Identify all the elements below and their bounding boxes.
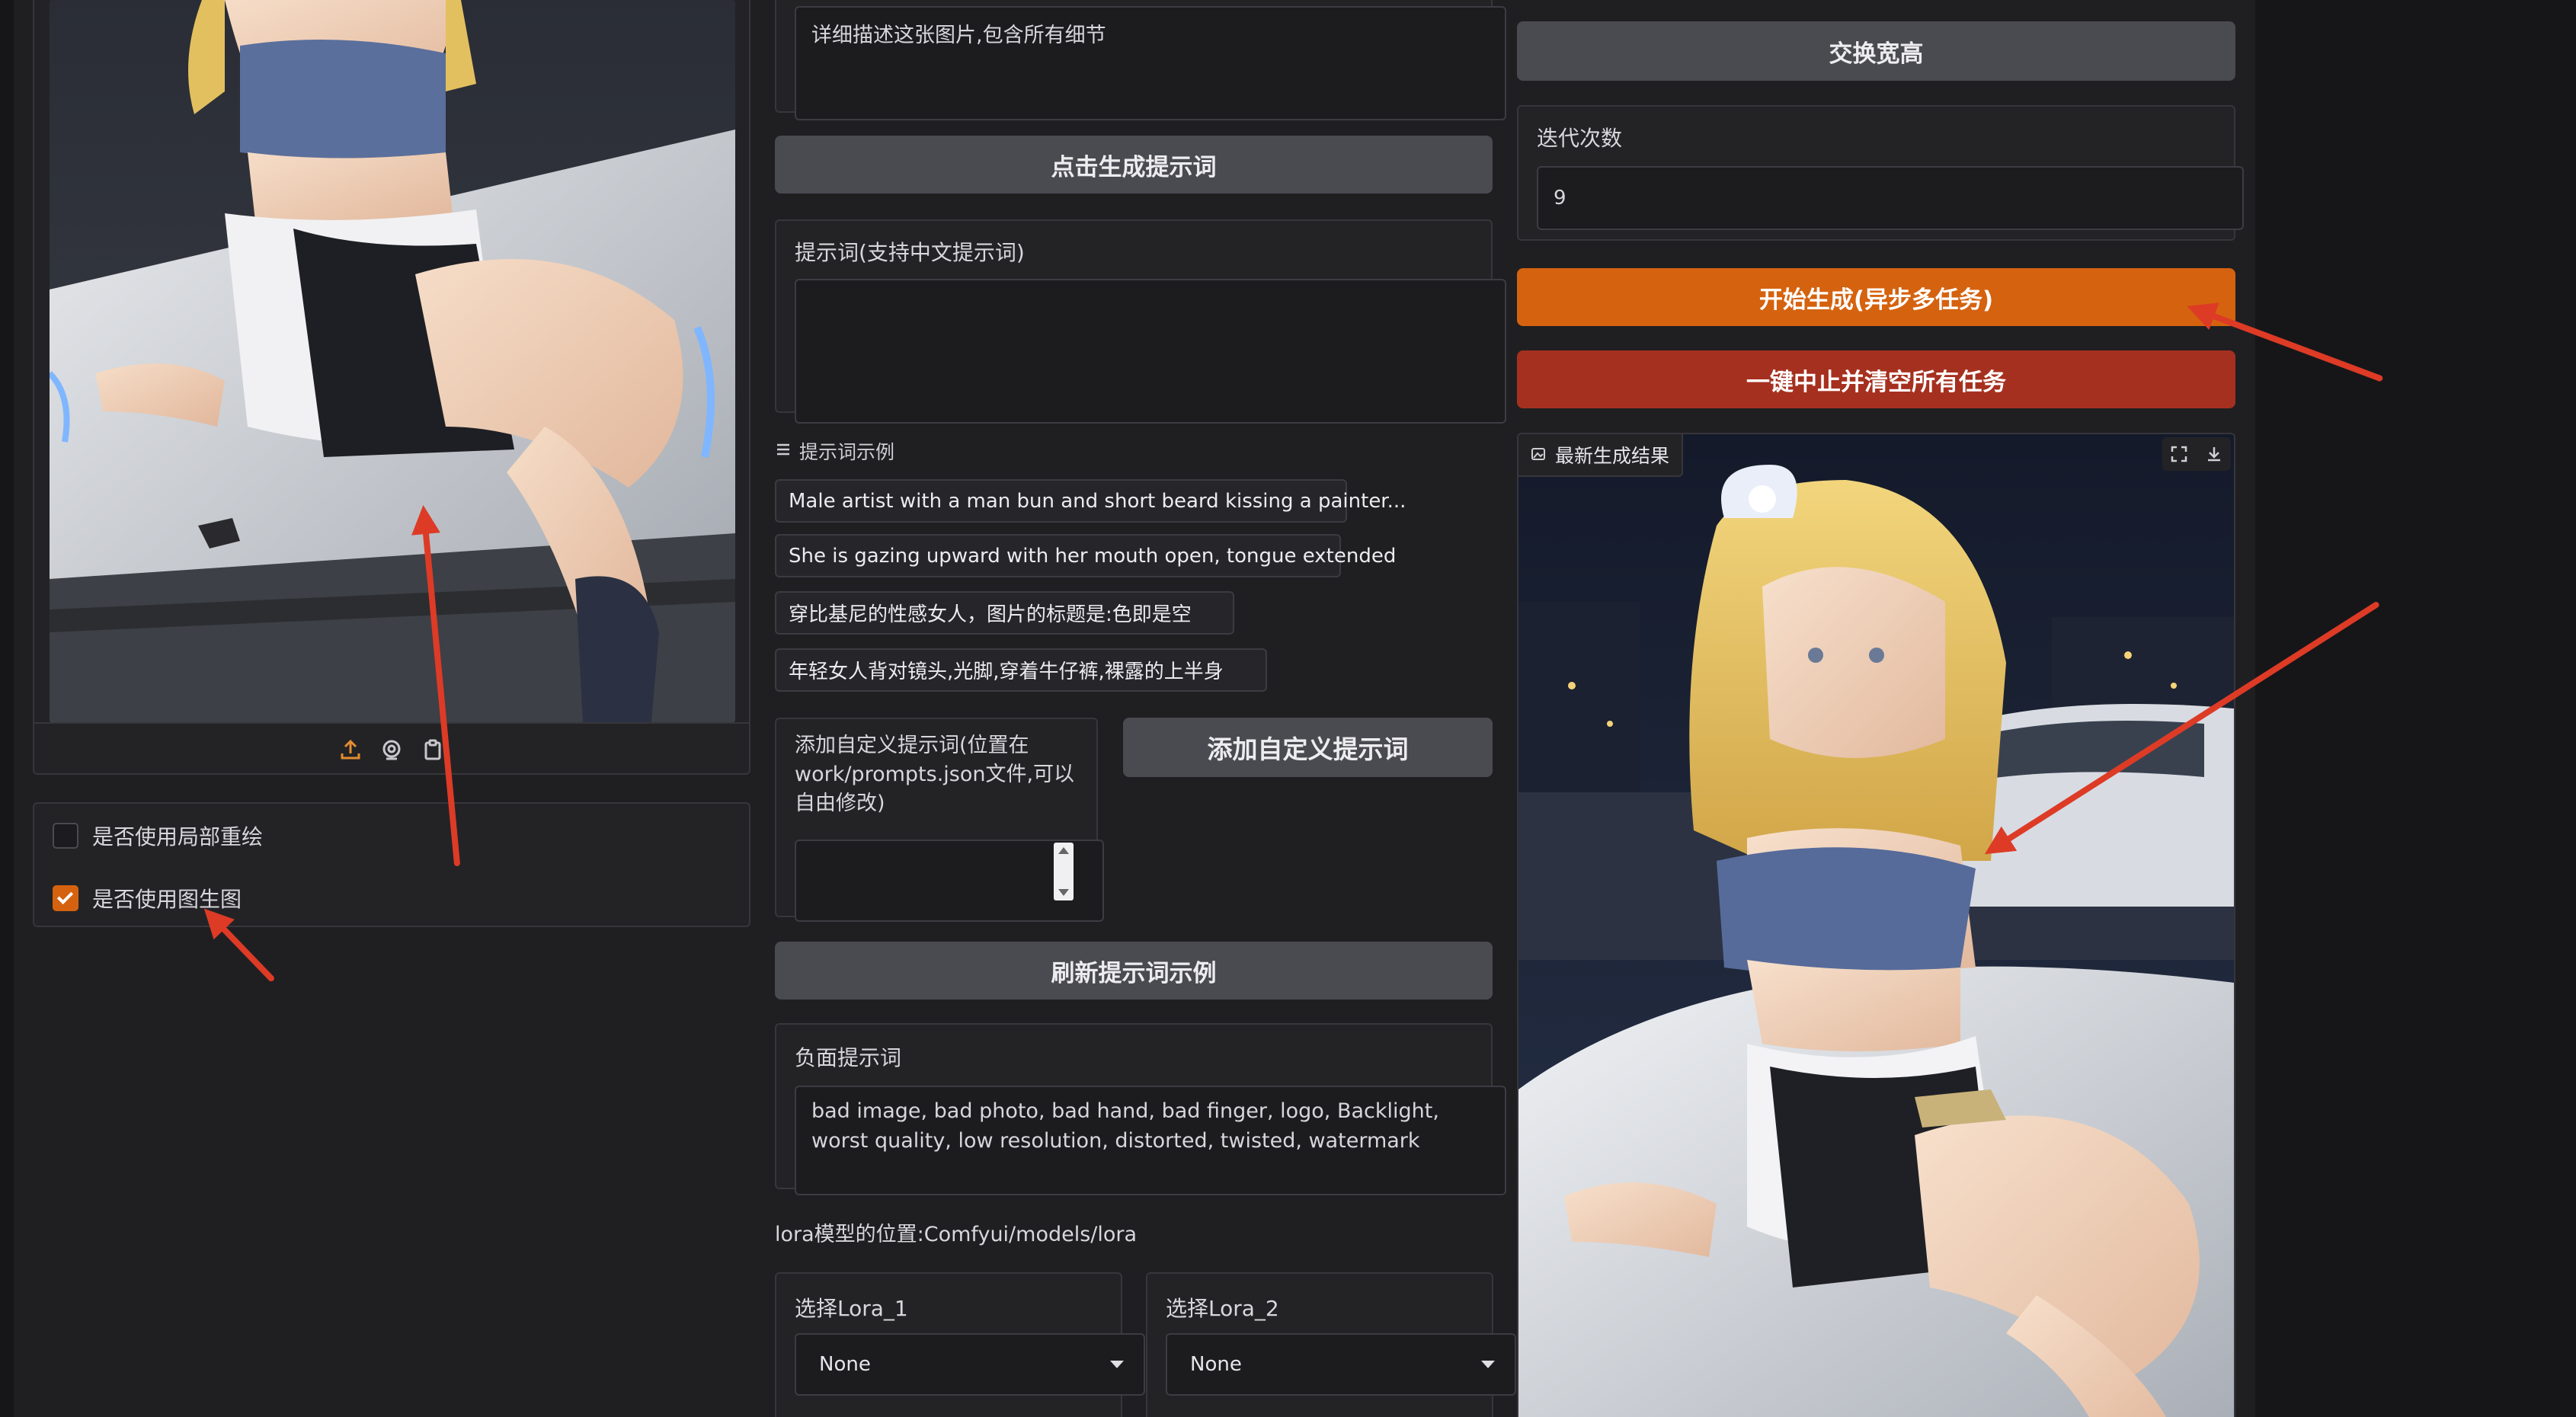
input-image-panel[interactable] (33, 0, 750, 775)
prompt-label: 提示词(支持中文提示词) (795, 240, 1025, 265)
lora2-dropdown[interactable]: None (1166, 1333, 1516, 1396)
fullscreen-icon[interactable] (2164, 439, 2194, 469)
start-generate-button[interactable]: 开始生成(异步多任务) (1517, 268, 2235, 326)
result-image (1518, 434, 2234, 1417)
result-panel: 最新生成结果 (1517, 433, 2235, 1417)
prompt-panel: 提示词(支持中文提示词) (775, 219, 1506, 424)
iterations-label: 迭代次数 (1537, 126, 1623, 151)
lora1-dropdown[interactable]: None (795, 1333, 1145, 1396)
lora2-value: None (1190, 1353, 1242, 1376)
list-icon (775, 440, 792, 462)
custom-prompt-label: 添加自定义提示词(位置在work/prompts.json文件,可以自由修改) (795, 734, 1075, 815)
spin-down-icon[interactable] (1058, 889, 1069, 896)
image-icon (1531, 444, 1546, 466)
negative-prompt-textarea[interactable]: bad image, bad photo, bad hand, bad fing… (795, 1086, 1506, 1195)
result-toolbar (2162, 437, 2231, 471)
generate-prompt-button[interactable]: 点击生成提示词 (775, 136, 1493, 194)
result-label-tag: 最新生成结果 (1518, 434, 1684, 477)
image-source-toolbar (34, 722, 749, 776)
negative-prompt-panel: 负面提示词 bad image, bad photo, bad hand, ba… (775, 1023, 1506, 1195)
inpaint-checkbox[interactable] (53, 823, 78, 849)
swap-size-button[interactable]: 交换宽高 (1517, 21, 2235, 81)
lora-path-text: lora模型的位置:Comfyui/models/lora (775, 1223, 1138, 1246)
download-icon[interactable] (2199, 439, 2229, 469)
webcam-icon[interactable] (376, 734, 407, 765)
example-chip[interactable]: 年轻女人背对镜头,光脚,穿着牛仔裤,裸露的上半身 (775, 648, 1267, 692)
result-label: 最新生成结果 (1555, 445, 1670, 467)
chevron-down-icon[interactable] (1110, 1361, 1124, 1368)
app-page: 是否使用局部重绘 是否使用图生图 详细描述这张图片,包含所有细节 点击生成提示词… (0, 0, 2576, 1417)
add-custom-prompt-button[interactable]: 添加自定义提示词 (1123, 718, 1493, 777)
lora1-value: None (819, 1353, 871, 1376)
caption-panel: 详细描述这张图片,包含所有细节 (775, 0, 1506, 120)
input-image (50, 0, 735, 722)
example-chip[interactable]: Male artist with a man bun and short bea… (775, 479, 1406, 523)
spin-up-icon[interactable] (1058, 847, 1069, 854)
img2img-checkbox[interactable] (53, 885, 78, 911)
prompt-textarea[interactable] (795, 279, 1506, 424)
left-gutter (0, 0, 14, 1417)
refresh-examples-button[interactable]: 刷新提示词示例 (775, 942, 1493, 1000)
custom-prompt-spinner[interactable] (1054, 843, 1074, 900)
caption-input[interactable]: 详细描述这张图片,包含所有细节 (795, 6, 1506, 120)
inpaint-label: 是否使用局部重绘 (92, 824, 264, 849)
example-chip[interactable]: She is gazing upward with her mouth open… (775, 534, 1396, 577)
lora2-panel: 选择Lora_2 None (1146, 1272, 1516, 1417)
inpaint-option[interactable]: 是否使用局部重绘 (53, 820, 263, 851)
options-panel: 是否使用局部重绘 是否使用图生图 (33, 802, 750, 927)
stop-all-button[interactable]: 一键中止并清空所有任务 (1517, 350, 2235, 408)
iterations-input[interactable]: 9 (1537, 166, 2244, 230)
negative-prompt-label: 负面提示词 (795, 1045, 902, 1070)
chevron-down-icon[interactable] (1481, 1361, 1495, 1368)
lora1-label: 选择Lora_1 (795, 1296, 908, 1321)
iterations-panel: 迭代次数 9 (1517, 105, 2244, 241)
examples-header: 提示词示例 (775, 437, 894, 465)
examples-label: 提示词示例 (799, 441, 895, 463)
right-gutter (2255, 0, 2576, 1417)
upload-icon[interactable] (335, 734, 366, 765)
custom-prompt-panel: 添加自定义提示词(位置在work/prompts.json文件,可以自由修改) (775, 718, 1104, 922)
example-chip[interactable]: 穿比基尼的性感女人，图片的标题是:色即是空 (775, 591, 1234, 635)
lora1-panel: 选择Lora_1 None (775, 1272, 1145, 1417)
lora2-label: 选择Lora_2 (1166, 1296, 1279, 1321)
